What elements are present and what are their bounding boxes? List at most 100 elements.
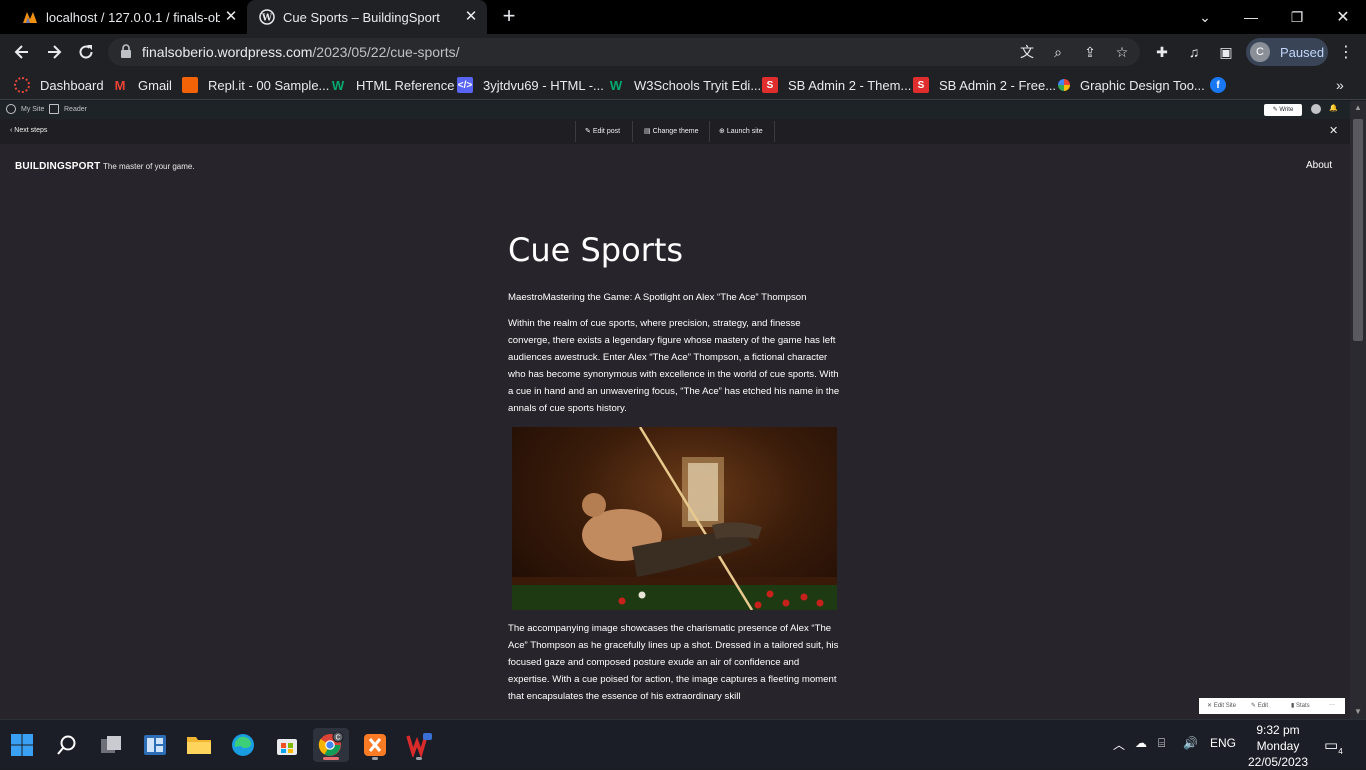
more-bookmarks-icon[interactable]: »	[1336, 75, 1344, 95]
language-indicator[interactable]: ENG	[1210, 736, 1236, 750]
bookmarks-bar: Dashboard M Gmail Repl.it - 00 Sample... …	[0, 70, 1366, 100]
side-panel-icon[interactable]: ▣	[1216, 42, 1236, 62]
notification-count: 4	[1338, 747, 1343, 756]
translate-icon[interactable]: 文	[1018, 43, 1036, 61]
new-tab-button[interactable]: +	[498, 5, 520, 28]
change-theme-link[interactable]: ▤ Change theme	[644, 127, 698, 135]
close-tab-icon[interactable]: ✕	[223, 9, 239, 25]
menu-icon[interactable]: ⋮	[1336, 42, 1356, 62]
notifications-icon[interactable]: 🔔	[1329, 104, 1338, 112]
user-avatar[interactable]	[1311, 104, 1326, 114]
widgets-icon	[144, 735, 166, 755]
bookmark-sb-admin-free[interactable]: S SB Admin 2 - Free...	[913, 75, 1056, 95]
forward-button[interactable]	[40, 38, 68, 66]
tab-strip: localhost / 127.0.0.1 / finals-ober ✕ W …	[0, 0, 1366, 34]
onedrive-icon[interactable]: ☁	[1135, 736, 1147, 750]
address-bar[interactable]: finalsoberio.wordpress.com/2023/05/22/cu…	[108, 38, 1140, 66]
bookmark-dashboard[interactable]: Dashboard	[14, 75, 104, 95]
wps-office-button[interactable]	[401, 728, 437, 762]
post-paragraph: The accompanying image showcases the cha…	[508, 623, 839, 702]
reload-button[interactable]	[72, 38, 100, 66]
zoom-icon[interactable]: ⌕	[1049, 43, 1067, 61]
windows-icon	[11, 734, 33, 756]
task-view-icon	[101, 736, 121, 753]
tools-icon: ✕	[1207, 703, 1214, 709]
nav-about[interactable]: About	[1306, 160, 1332, 171]
running-indicator	[416, 757, 422, 760]
widgets-button[interactable]	[137, 728, 173, 762]
pencil-icon: ✎	[585, 128, 593, 135]
lock-icon[interactable]	[120, 44, 132, 58]
edge-button[interactable]	[225, 728, 261, 762]
wordpress-icon	[6, 104, 16, 114]
next-steps-link[interactable]: ‹ Next steps	[10, 127, 47, 134]
replit-icon	[182, 77, 198, 93]
minimize-button[interactable]: —	[1228, 0, 1274, 34]
close-window-button[interactable]: ✕	[1320, 0, 1366, 34]
site-title[interactable]: BUILDINGSPORT	[15, 161, 100, 172]
running-indicator	[372, 757, 378, 760]
launch-bar: ‹ Next steps ✎ Edit post ▤ Change theme …	[0, 119, 1350, 144]
sb-icon: S	[762, 77, 778, 93]
restore-button[interactable]: ❐	[1274, 0, 1320, 34]
bookmark-star-icon[interactable]: ☆	[1113, 43, 1131, 61]
wordpress-icon: W	[259, 9, 275, 25]
tab-cue-sports[interactable]: W Cue Sports – BuildingSport ✕	[247, 0, 487, 34]
tab-search-icon[interactable]: ⌄	[1182, 0, 1228, 34]
scrollbar-thumb[interactable]	[1353, 119, 1363, 341]
scroll-down-icon[interactable]: ▼	[1350, 705, 1366, 719]
bookmark-3yjtdvu69[interactable]: </> 3yjtdvu69 - HTML -...	[457, 75, 604, 95]
xampp-button[interactable]	[357, 728, 393, 762]
back-button[interactable]	[8, 38, 36, 66]
page-content: ‹ Next steps ✎ Edit post ▤ Change theme …	[0, 119, 1350, 719]
network-icon[interactable]: ⌸	[1158, 736, 1165, 751]
bookmark-facebook[interactable]: f	[1210, 75, 1236, 95]
scroll-up-icon[interactable]: ▲	[1350, 101, 1366, 115]
file-explorer-button[interactable]	[181, 728, 217, 762]
start-button[interactable]	[4, 728, 40, 762]
active-indicator	[323, 757, 339, 760]
write-button[interactable]: ✎ Write	[1264, 104, 1302, 116]
code-icon: </>	[457, 77, 473, 93]
bookmark-gmail[interactable]: M Gmail	[112, 75, 172, 95]
store-button[interactable]	[269, 728, 305, 762]
stats-button[interactable]: ▮ Stats	[1291, 702, 1310, 709]
edit-post-link[interactable]: ✎ Edit post	[585, 127, 620, 135]
launch-site-link[interactable]: ⊕ Launch site	[719, 127, 763, 135]
pencil-icon: ✎	[1251, 703, 1258, 709]
bookmark-html-reference[interactable]: W HTML Reference	[330, 75, 455, 95]
task-view-button[interactable]	[93, 728, 129, 762]
my-site-link[interactable]: My Site	[6, 104, 44, 114]
tab-title: localhost / 127.0.0.1 / finals-ober	[46, 9, 220, 25]
bookmark-replit[interactable]: Repl.it - 00 Sample...	[182, 75, 329, 95]
search-button[interactable]	[49, 728, 85, 762]
tab-phpmyadmin[interactable]: localhost / 127.0.0.1 / finals-ober ✕	[0, 0, 247, 34]
forward-arrow-icon	[48, 45, 62, 59]
close-tab-icon[interactable]: ✕	[463, 9, 479, 25]
edit-button[interactable]: ✎ Edit	[1251, 702, 1268, 709]
media-control-icon[interactable]: ♫	[1184, 42, 1204, 62]
bookmark-graphic-design[interactable]: Graphic Design Too...	[1058, 75, 1205, 95]
gmail-icon: M	[114, 77, 126, 93]
close-launch-bar-icon[interactable]: ✕	[1329, 124, 1338, 137]
clock[interactable]: 9:32 pm Monday 22/05/2023	[1240, 722, 1316, 770]
notification-center-icon[interactable]: ▭4	[1324, 736, 1343, 756]
edit-site-button[interactable]: ✕ Edit Site	[1207, 702, 1236, 709]
url-text[interactable]: finalsoberio.wordpress.com/2023/05/22/cu…	[142, 44, 460, 60]
back-arrow-icon	[14, 45, 28, 59]
show-hidden-icons[interactable]: ︿	[1113, 736, 1125, 753]
chrome-button[interactable]: C	[313, 728, 349, 762]
share-icon[interactable]: ⇪	[1081, 43, 1099, 61]
avatar: C	[1250, 42, 1270, 62]
w3-icon: W	[609, 77, 623, 93]
profile-button[interactable]: C Paused	[1246, 38, 1328, 66]
post-image	[512, 427, 837, 610]
bookmark-sb-admin-theme[interactable]: S SB Admin 2 - Them...	[762, 75, 911, 95]
reader-link[interactable]: Reader	[49, 104, 87, 114]
page-scrollbar[interactable]: ▲ ▼	[1350, 101, 1366, 719]
more-options-icon[interactable]: ···	[1329, 702, 1335, 708]
bookmark-w3schools-tryit[interactable]: W W3Schools Tryit Edi...	[608, 75, 761, 95]
extensions-icon[interactable]: ✚	[1152, 42, 1172, 62]
browser-toolbar: finalsoberio.wordpress.com/2023/05/22/cu…	[0, 34, 1366, 70]
volume-icon[interactable]: 🔊	[1183, 736, 1198, 750]
